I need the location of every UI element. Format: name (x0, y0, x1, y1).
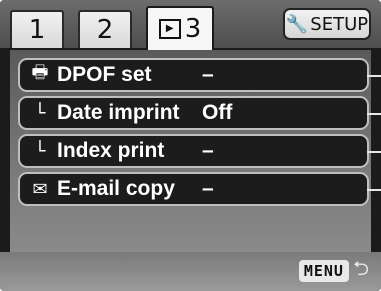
menu-item-value: – (202, 139, 214, 162)
row-indicator-tick (367, 113, 381, 115)
menu-item-value: Off (202, 101, 233, 124)
tab-2[interactable]: 2 (78, 10, 132, 48)
menu-item-email-copy[interactable]: ✉ E-mail copy – (18, 172, 381, 206)
camera-menu-screen: 1 2 ▶ 3 🔧 SETUP 🖶 DPOF set – └ Date impr… (0, 0, 381, 291)
row-indicator-tick (367, 151, 381, 153)
tab-1[interactable]: 1 (10, 10, 64, 48)
menu-item-value: – (202, 177, 214, 200)
setup-button[interactable]: 🔧 SETUP (283, 8, 371, 40)
menu-item-label: E-mail copy (57, 177, 175, 200)
row-indicator-tick (367, 189, 381, 191)
menu-panel: 🖶 DPOF set – └ Date imprint Off └ Index … (10, 50, 381, 252)
menu-item-date-imprint[interactable]: └ Date imprint Off (18, 96, 381, 130)
menu-back-button[interactable]: MENU ⮌ (298, 256, 369, 284)
menu-label: MENU (298, 260, 349, 282)
return-arrow-icon: ⮌ (352, 256, 369, 280)
menu-item-dpof-set[interactable]: 🖶 DPOF set – (18, 58, 381, 92)
printer-icon: 🖶 (31, 62, 49, 83)
menu-item-label: Index print (57, 139, 165, 162)
envelope-icon: ✉ (32, 178, 48, 200)
menu-item-index-print[interactable]: └ Index print – (18, 134, 381, 168)
tab-3-label: 3 (184, 14, 202, 44)
sub-item-icon: └ (34, 102, 46, 124)
menu-item-label: DPOF set (57, 63, 152, 86)
menu-item-value: – (202, 63, 214, 86)
tab-bar: 1 2 ▶ 3 🔧 SETUP (0, 0, 381, 50)
playback-icon: ▶ (158, 19, 181, 39)
footer-bar: MENU ⮌ (0, 252, 381, 291)
tab-playback-3[interactable]: ▶ 3 (146, 6, 214, 50)
tab-1-label: 1 (28, 15, 46, 45)
tab-2-label: 2 (96, 15, 114, 45)
menu-item-label: Date imprint (57, 101, 180, 124)
row-indicator-tick (367, 75, 381, 77)
setup-label: SETUP (310, 13, 369, 35)
sub-item-icon: └ (34, 140, 46, 162)
wrench-icon: 🔧 (285, 13, 309, 35)
